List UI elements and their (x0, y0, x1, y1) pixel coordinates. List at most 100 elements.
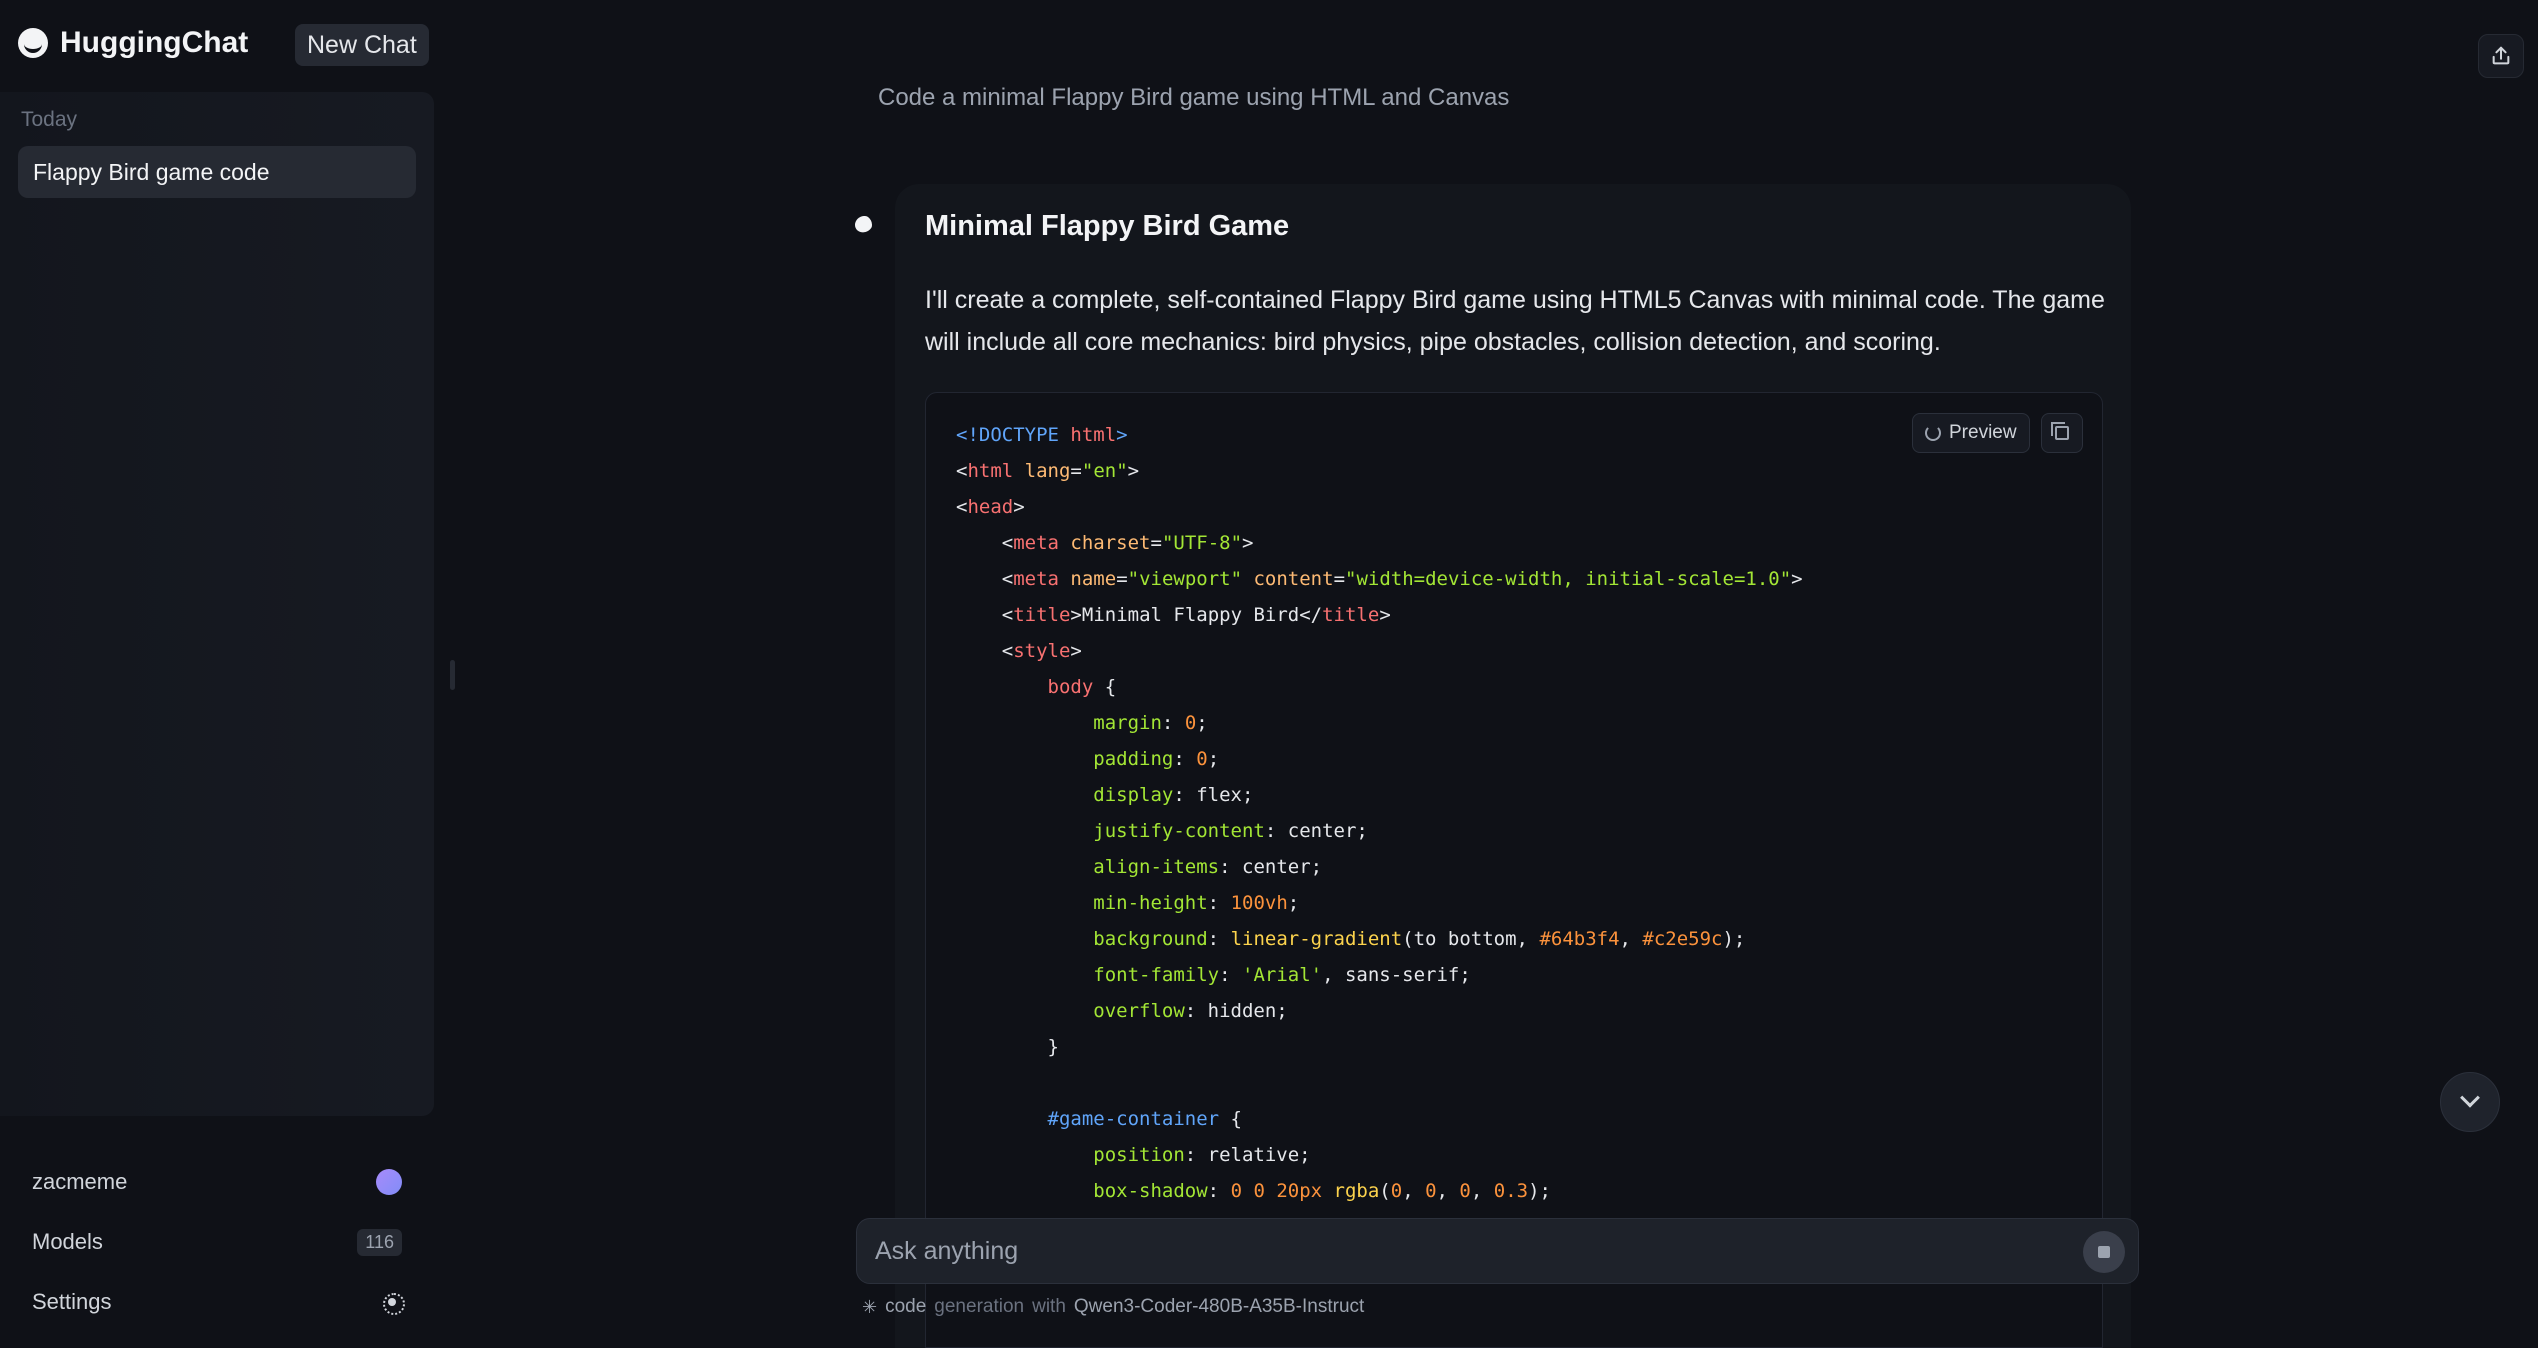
share-button[interactable] (2478, 34, 2524, 78)
user-avatar (376, 1169, 402, 1195)
code-line: <html lang="en"> (956, 453, 1803, 489)
code-token: 100vh (1230, 892, 1288, 914)
code-line: margin: 0; (956, 705, 1803, 741)
code-token: < (1001, 532, 1014, 554)
huggingchat-logo-icon (18, 28, 48, 58)
code-token: : center; (1264, 820, 1368, 842)
theme-toggle-sun-icon[interactable] (382, 1292, 405, 1315)
code-token: </ (1299, 604, 1323, 626)
chevron-down-icon (2460, 1087, 2480, 1108)
models-label: Models (32, 1229, 103, 1254)
code-token: : hidden; (1184, 1000, 1288, 1022)
code-token: ; (1196, 712, 1208, 734)
code-token: body (1047, 676, 1094, 698)
code-token: 0 (1425, 1180, 1437, 1202)
model-name-link[interactable]: Qwen3-Coder-480B-A35B-Instruct (1074, 1296, 1364, 1318)
code-token: > (1379, 604, 1391, 626)
copy-icon (2051, 422, 2069, 440)
code-token: margin (1093, 712, 1162, 734)
code-token: < (1001, 640, 1014, 662)
code-token: content (1253, 568, 1334, 590)
composer-footer: ✳ code generation with Qwen3-Coder-480B-… (862, 1296, 1364, 1318)
code-token: = (1070, 460, 1082, 482)
code-line: background: linear-gradient(to bottom, #… (956, 921, 1803, 957)
code-token: 'Arial' (1242, 964, 1323, 986)
models-count-badge: 116 (357, 1228, 402, 1256)
footer-prefix: code (885, 1296, 927, 1317)
answer-paragraph: I'll create a complete, self-contained F… (925, 286, 2105, 356)
code-line: box-shadow: 0 0 20px rgba(0, 0, 0, 0.3); (956, 1173, 1803, 1209)
code-token: "en" (1081, 460, 1128, 482)
code-line: body { (956, 669, 1803, 705)
footer-with: with (1032, 1296, 1066, 1317)
code-token: > (1070, 604, 1082, 626)
code-token: background (1093, 928, 1208, 950)
code-token: lang (1024, 460, 1071, 482)
code-token: #64b3f4 (1539, 928, 1620, 950)
conversation-item[interactable]: Flappy Bird game code (18, 146, 416, 198)
preview-button[interactable]: Preview (1912, 413, 2030, 453)
code-token: : center; (1219, 856, 1323, 878)
code-token: : (1161, 712, 1185, 734)
code-token: html (967, 460, 1025, 482)
user-menu[interactable]: zacmeme (18, 1156, 416, 1208)
assistant-avatar-icon (849, 212, 876, 239)
stop-generation-button[interactable] (2083, 1231, 2125, 1273)
code-line: <head> (956, 489, 1803, 525)
loading-spinner-icon (1925, 425, 1941, 441)
code-content: <!DOCTYPE html> <html lang="en"> <head> <m… (956, 417, 1803, 1245)
code-token: <!DOCTYPE (956, 424, 1071, 446)
chat-input[interactable] (875, 1219, 2055, 1283)
chat-composer (856, 1218, 2139, 1284)
code-token: < (1001, 568, 1014, 590)
code-token: meta (1013, 532, 1071, 554)
code-token: align-items (1093, 856, 1220, 878)
share-icon (2492, 46, 2510, 65)
code-block[interactable]: <!DOCTYPE html> <html lang="en"> <head> <m… (925, 392, 2103, 1348)
scroll-to-bottom-button[interactable] (2440, 1072, 2500, 1132)
code-line: <meta charset="UTF-8"> (956, 525, 1803, 561)
code-token: #c2e59c (1642, 928, 1723, 950)
code-token: , (1436, 1180, 1460, 1202)
code-line: <meta name="viewport" content="width=dev… (956, 561, 1803, 597)
code-token: , sans-serif; (1322, 964, 1471, 986)
code-token: title (1322, 604, 1380, 626)
models-link[interactable]: Models 116 (18, 1216, 416, 1268)
code-token: linear-gradient (1230, 928, 1403, 950)
code-line: overflow: hidden; (956, 993, 1803, 1029)
tool-spark-icon: ✳ (862, 1296, 878, 1317)
code-token: : flex; (1173, 784, 1254, 806)
code-token: 0 (1459, 1180, 1471, 1202)
code-token: = (1333, 568, 1346, 590)
sidebar-panel (0, 92, 434, 1116)
code-token: , (1402, 1180, 1426, 1202)
stop-icon (2098, 1246, 2110, 1258)
new-chat-button[interactable]: New Chat (295, 24, 429, 66)
code-token: : (1207, 928, 1231, 950)
code-line: <title>Minimal Flappy Bird</title> (956, 597, 1803, 633)
copy-code-button[interactable] (2041, 413, 2083, 453)
code-line: } (956, 1029, 1803, 1065)
code-token: box-shadow (1093, 1180, 1208, 1202)
code-token: , (1470, 1180, 1494, 1202)
brand[interactable]: HuggingChat (18, 26, 248, 60)
sidebar-resize-handle[interactable] (450, 660, 455, 690)
code-token: ); (1722, 928, 1746, 950)
code-line: <style> (956, 633, 1803, 669)
code-token: ); (1528, 1180, 1551, 1202)
code-token: ; (1287, 892, 1300, 914)
code-token: Minimal Flappy Bird (1081, 604, 1300, 626)
settings-link[interactable]: Settings (18, 1276, 416, 1328)
code-line: justify-content: center; (956, 813, 1803, 849)
code-token: 0 0 20px (1230, 1180, 1334, 1202)
